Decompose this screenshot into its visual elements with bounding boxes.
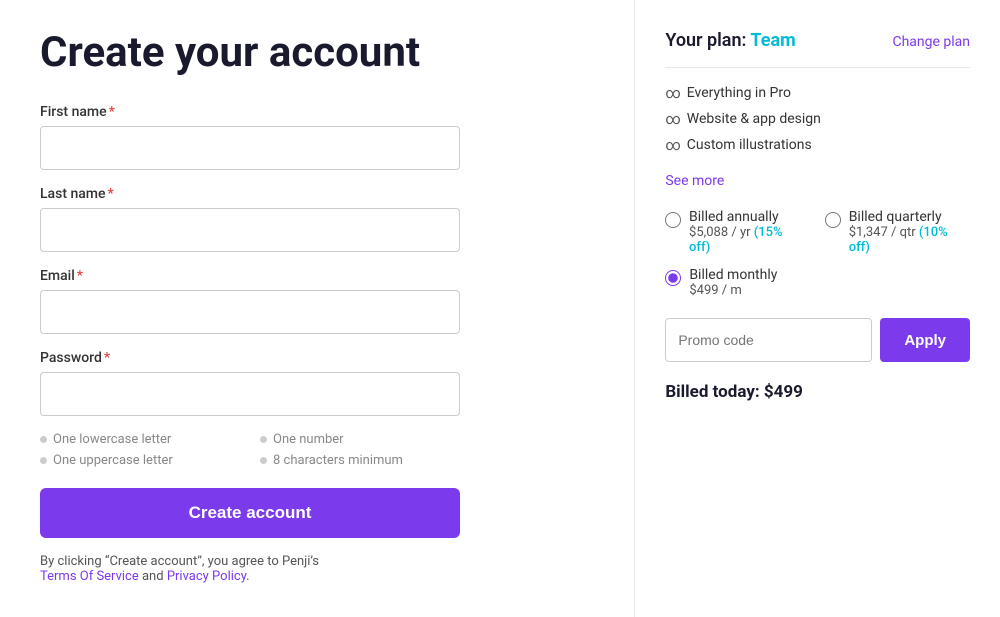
last-name-label: Last name*	[40, 186, 594, 202]
email-label: Email*	[40, 268, 594, 284]
password-hints: One lowercase letter One number One uppe…	[40, 432, 460, 468]
page-title: Create your account	[40, 30, 594, 76]
hint-min-chars: 8 characters minimum	[260, 453, 460, 468]
apply-button[interactable]: Apply	[880, 318, 970, 362]
terms-of-service-link[interactable]: Terms Of Service	[40, 569, 139, 584]
feature-list: ∞ Everything in Pro ∞ Website & app desi…	[665, 84, 970, 154]
first-name-input[interactable]	[40, 126, 460, 170]
feature-item-1: ∞ Website & app design	[665, 110, 970, 128]
hint-uppercase: One uppercase letter	[40, 453, 240, 468]
radio-annually[interactable]	[665, 212, 681, 228]
hint-dot-min-chars	[260, 457, 267, 464]
radio-quarterly[interactable]	[825, 212, 841, 228]
last-name-input[interactable]	[40, 208, 460, 252]
billing-options: Billed annually $5,088 / yr (15% off) Bi…	[665, 209, 970, 298]
change-plan-link[interactable]: Change plan	[892, 34, 970, 50]
hint-dot-number	[260, 436, 267, 443]
password-input[interactable]	[40, 372, 460, 416]
email-group: Email*	[40, 268, 594, 334]
promo-section: Apply	[665, 318, 970, 362]
hint-lowercase: One lowercase letter	[40, 432, 240, 447]
terms-text: By clicking “Create account”, you agree …	[40, 554, 460, 584]
last-name-group: Last name*	[40, 186, 594, 252]
privacy-policy-link[interactable]: Privacy Policy	[167, 569, 246, 584]
promo-input[interactable]	[665, 318, 872, 362]
password-label: Password*	[40, 350, 594, 366]
plan-title: Your plan: Team	[665, 30, 795, 51]
billing-option-monthly[interactable]: Billed monthly $499 / m	[665, 267, 777, 298]
hint-dot-uppercase	[40, 457, 47, 464]
billing-row-2: Billed monthly $499 / m	[665, 267, 970, 298]
hint-number: One number	[260, 432, 460, 447]
email-input[interactable]	[40, 290, 460, 334]
plan-header: Your plan: Team Change plan	[665, 30, 970, 51]
billing-row-1: Billed annually $5,088 / yr (15% off) Bi…	[665, 209, 970, 255]
radio-monthly[interactable]	[665, 270, 681, 286]
password-group: Password*	[40, 350, 594, 416]
feature-item-2: ∞ Custom illustrations	[665, 136, 970, 154]
first-name-label: First name*	[40, 104, 594, 120]
feature-item-0: ∞ Everything in Pro	[665, 84, 970, 102]
right-panel: Your plan: Team Change plan ∞ Everything…	[635, 0, 1000, 617]
hint-dot-lowercase	[40, 436, 47, 443]
billing-option-annually[interactable]: Billed annually $5,088 / yr (15% off)	[665, 209, 805, 255]
first-name-group: First name*	[40, 104, 594, 170]
left-panel: Create your account First name* Last nam…	[0, 0, 635, 617]
create-account-button[interactable]: Create account	[40, 488, 460, 538]
billed-today: Billed today: $499	[665, 382, 970, 402]
billing-option-quarterly[interactable]: Billed quarterly $1,347 / qtr (10% off)	[825, 209, 970, 255]
see-more-link[interactable]: See more	[665, 173, 724, 189]
divider	[665, 67, 970, 68]
